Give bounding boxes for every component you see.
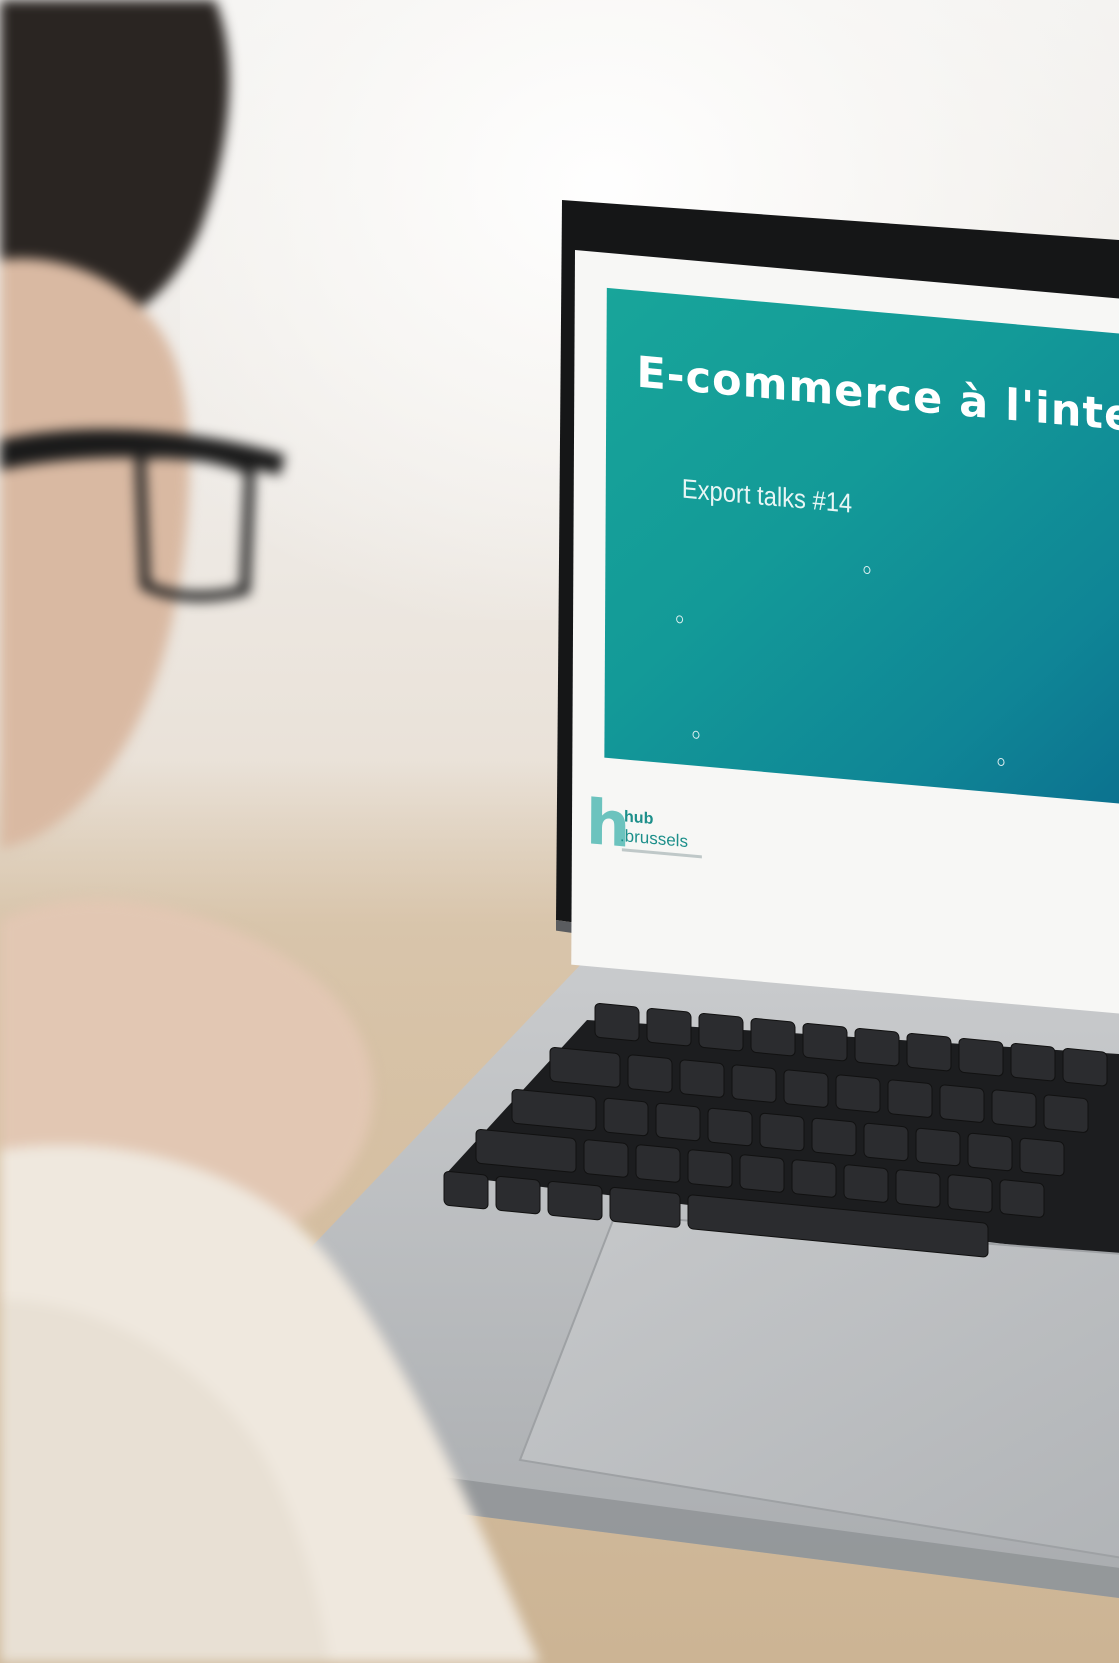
key bbox=[731, 1064, 777, 1103]
key bbox=[887, 1079, 933, 1118]
decorative-dot bbox=[997, 757, 1005, 767]
key bbox=[915, 1127, 961, 1167]
key bbox=[967, 1132, 1013, 1172]
key bbox=[835, 1074, 881, 1113]
key bbox=[1062, 1048, 1108, 1087]
key bbox=[783, 1069, 829, 1108]
spacebar bbox=[687, 1194, 989, 1258]
key bbox=[999, 1179, 1045, 1218]
face bbox=[0, 258, 190, 850]
key bbox=[1043, 1094, 1089, 1133]
key bbox=[991, 1089, 1037, 1128]
key bbox=[863, 1122, 909, 1162]
key bbox=[854, 1027, 900, 1067]
photo-scene: E-commerce à l'inter Export talks #14 h … bbox=[0, 0, 1119, 1663]
key bbox=[1019, 1137, 1065, 1177]
key bbox=[759, 1112, 805, 1152]
key bbox=[739, 1154, 785, 1193]
key bbox=[811, 1117, 857, 1157]
key bbox=[843, 1164, 889, 1203]
key bbox=[958, 1038, 1004, 1077]
key bbox=[791, 1159, 837, 1198]
key bbox=[895, 1169, 941, 1208]
key bbox=[906, 1032, 952, 1072]
key bbox=[947, 1174, 993, 1213]
key bbox=[750, 1017, 796, 1057]
key bbox=[1010, 1043, 1056, 1082]
person-foreground bbox=[0, 0, 540, 1663]
key bbox=[939, 1084, 985, 1123]
decorative-dot bbox=[863, 565, 871, 575]
key bbox=[802, 1022, 848, 1062]
